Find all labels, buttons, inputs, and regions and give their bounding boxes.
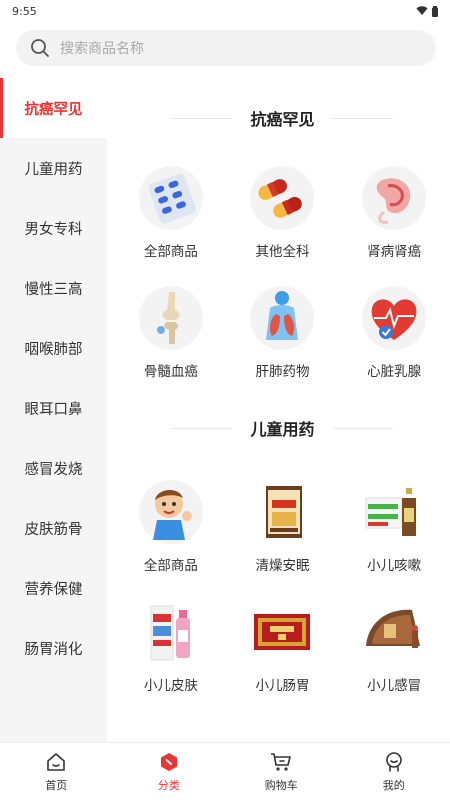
tab-home-label: 首页	[45, 778, 68, 792]
subcategory-item[interactable]: 清燥安眠	[227, 472, 339, 592]
status-icons	[416, 5, 438, 17]
divider	[172, 117, 233, 119]
heart-icon	[362, 286, 427, 350]
tab-cart[interactable]: 购物车	[225, 743, 338, 800]
category-content: 抗癌罕见 全部商品 其他全科 肾病肾癌 骨髓血癌 肝肺药物 心脏乳腺 儿童用药 …	[107, 78, 450, 742]
subcategory-grid: 全部商品 清燥安眠 小儿咳嗽 小儿皮肤 小儿肠胃 小儿感冒	[115, 472, 450, 712]
battery-icon	[432, 5, 438, 17]
tab-profile-label: 我的	[382, 778, 405, 792]
subcategory-item[interactable]: 其他全科	[227, 158, 339, 278]
subcategory-label: 小儿皮肤	[143, 678, 198, 694]
sidebar-item-children[interactable]: 儿童用药	[0, 138, 107, 198]
search-input[interactable]: 搜索商品名称	[16, 30, 436, 66]
lungs-icon	[250, 286, 315, 350]
medicine-box-icon	[250, 480, 314, 544]
subcategory-item[interactable]: 骨髓血癌	[115, 278, 227, 398]
status-time: 9:55	[12, 4, 37, 18]
subcategory-item[interactable]: 小儿感冒	[338, 592, 450, 712]
status-bar: 9:55	[0, 0, 450, 22]
syrup-bottle-icon	[362, 480, 426, 544]
wifi-icon	[416, 6, 428, 15]
subcategory-label: 肝肺药物	[255, 364, 310, 380]
sidebar-item-skin-bone[interactable]: 皮肤筋骨	[0, 498, 107, 558]
sidebar-item-chronic[interactable]: 慢性三高	[0, 258, 107, 318]
category-icon	[160, 752, 177, 771]
sidebar-item-throat-lung[interactable]: 咽喉肺部	[0, 318, 107, 378]
divider	[172, 427, 233, 429]
kidney-icon	[362, 166, 427, 230]
sidebar-item-eye-ear[interactable]: 眼耳口鼻	[0, 378, 107, 438]
sidebar-item-nutrition[interactable]: 营养保健	[0, 558, 107, 618]
pills-blister-icon	[138, 166, 203, 230]
subcategory-item[interactable]: 小儿肠胃	[227, 592, 339, 712]
bone-joint-icon	[138, 286, 203, 350]
subcategory-item[interactable]: 全部商品	[115, 158, 227, 278]
subcategory-label: 其他全科	[255, 244, 310, 260]
search-icon	[31, 39, 49, 57]
subcategory-item[interactable]: 小儿皮肤	[115, 592, 227, 712]
red-box-icon	[250, 600, 314, 664]
bottom-tab-bar: 首页 分类 购物车 我的	[0, 742, 450, 800]
tab-home[interactable]: 首页	[0, 743, 113, 800]
subcategory-label: 清燥安眠	[255, 558, 310, 574]
tab-cart-label: 购物车	[264, 778, 298, 792]
profile-icon	[385, 751, 402, 772]
cart-icon	[271, 752, 292, 771]
tab-category-label: 分类	[157, 778, 180, 792]
subcategory-label: 肾病肾癌	[367, 244, 422, 260]
subcategory-item[interactable]: 肝肺药物	[227, 278, 339, 398]
divider	[332, 117, 393, 119]
capsules-icon	[250, 166, 315, 230]
search-placeholder: 搜索商品名称	[60, 41, 144, 57]
subcategory-item[interactable]: 小儿咳嗽	[338, 472, 450, 592]
child-icon	[138, 480, 203, 544]
subcategory-label: 小儿感冒	[367, 678, 422, 694]
section-title: 儿童用药	[250, 420, 315, 439]
subcategory-grid: 全部商品 其他全科 肾病肾癌 骨髓血癌 肝肺药物 心脏乳腺	[115, 158, 450, 398]
divider	[332, 427, 393, 429]
section-header: 儿童用药	[115, 398, 450, 458]
section-title: 抗癌罕见	[250, 110, 315, 129]
sidebar-item-digestion[interactable]: 肠胃消化	[0, 618, 107, 678]
herbal-pack-icon	[362, 600, 426, 664]
subcategory-item[interactable]: 肾病肾癌	[338, 158, 450, 278]
subcategory-item[interactable]: 全部商品	[115, 472, 227, 592]
subcategory-label: 小儿咳嗽	[367, 558, 422, 574]
subcategory-label: 骨髓血癌	[143, 364, 198, 380]
section-header: 抗癌罕见	[115, 78, 450, 158]
spray-bottle-icon	[139, 600, 203, 664]
sidebar-item-gender[interactable]: 男女专科	[0, 198, 107, 258]
tab-category[interactable]: 分类	[113, 743, 226, 800]
category-sidebar: 抗癌罕见 儿童用药 男女专科 慢性三高 咽喉肺部 眼耳口鼻 感冒发烧 皮肤筋骨 …	[0, 78, 107, 742]
sidebar-item-cold-fever[interactable]: 感冒发烧	[0, 438, 107, 498]
tab-profile[interactable]: 我的	[338, 743, 450, 800]
subcategory-label: 全部商品	[143, 244, 198, 260]
subcategory-label: 全部商品	[143, 558, 198, 574]
home-icon	[47, 752, 66, 771]
subcategory-label: 小儿肠胃	[255, 678, 310, 694]
sidebar-item-anticancer[interactable]: 抗癌罕见	[0, 78, 107, 138]
subcategory-label: 心脏乳腺	[367, 364, 422, 380]
subcategory-item[interactable]: 心脏乳腺	[338, 278, 450, 398]
